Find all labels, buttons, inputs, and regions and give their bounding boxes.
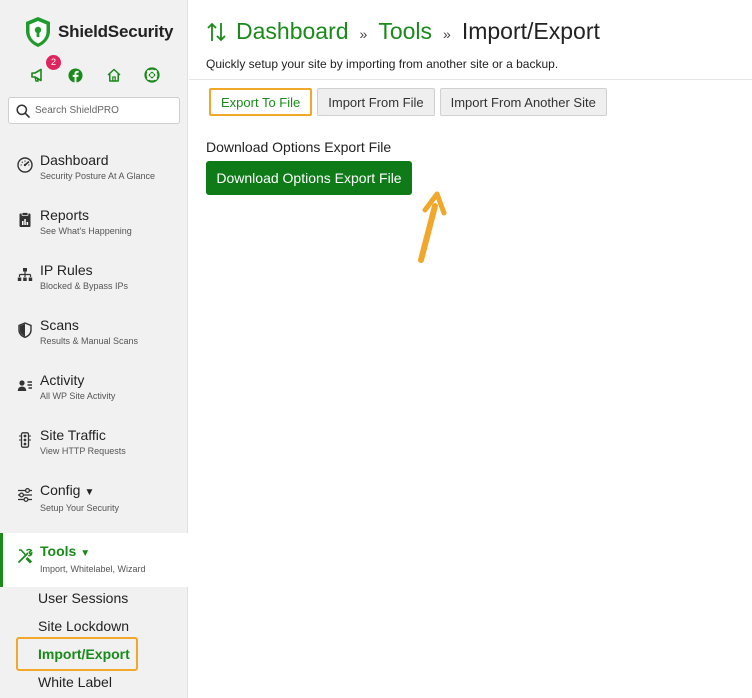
nav-subtitle: Setup Your Security <box>40 503 120 513</box>
subnav-item-white-label[interactable]: White Label <box>0 668 188 696</box>
breadcrumb-separator: » <box>443 25 451 42</box>
nav-title: Scans <box>40 317 79 333</box>
report-icon <box>19 212 31 227</box>
page-subtitle: Quickly setup your site by importing fro… <box>206 57 559 71</box>
nav-subtitle: All WP Site Activity <box>40 391 116 401</box>
download-export-button[interactable]: Download Options Export File <box>206 161 412 195</box>
person-lines-icon <box>17 380 32 391</box>
sliders-icon <box>18 487 32 503</box>
search-box[interactable] <box>8 97 180 124</box>
notifications-button[interactable]: 2 <box>30 55 68 86</box>
nav-subtitle: Results & Manual Scans <box>40 336 139 346</box>
sidebar-item-ip-rules[interactable]: IP Rules Blocked & Bypass IPs <box>0 252 188 307</box>
nav-title: Tools ▼ <box>40 543 188 562</box>
highlight-box <box>16 637 138 671</box>
pointer-arrow-icon <box>418 191 447 263</box>
facebook-link[interactable] <box>68 64 106 86</box>
sidebar-item-reports[interactable]: Reports See What's Happening <box>0 197 188 252</box>
nav-title: Activity <box>40 372 85 388</box>
main-content: Dashboard » Tools » Import/Export Quickl… <box>189 0 752 698</box>
caret-down-icon: ▼ <box>80 548 91 559</box>
sidebar-nav: Dashboard Security Posture At A Glance R… <box>0 142 188 587</box>
app-window: ShieldSecurity 2 Search ShieldPRO Dashbo… <box>0 0 752 698</box>
dashboard-gauge-icon <box>17 157 33 173</box>
nav-title: IP Rules <box>40 262 93 278</box>
quick-icons: 2 <box>30 55 182 86</box>
logo-text: ShieldSecurity <box>58 22 174 41</box>
nav-subtitle: Security Posture At A Glance <box>40 171 156 181</box>
subnav-item-user-sessions[interactable]: User Sessions <box>0 584 188 612</box>
sidebar-item-scans[interactable]: Scans Results & Manual Scans <box>0 307 188 362</box>
breadcrumb-dashboard[interactable]: Dashboard <box>236 18 349 45</box>
nav-subtitle: See What's Happening <box>40 226 132 236</box>
sidebar-item-site-traffic[interactable]: Site Traffic View HTTP Requests <box>0 417 188 472</box>
megaphone-icon <box>31 68 42 82</box>
nav-subtitle: Blocked & Bypass IPs <box>40 281 129 291</box>
shield-half-icon <box>18 322 32 338</box>
facebook-icon <box>68 67 83 83</box>
nav-title: Reports <box>40 207 90 223</box>
sidebar: ShieldSecurity 2 Search ShieldPRO Dashbo… <box>0 0 188 698</box>
divider <box>189 79 752 80</box>
breadcrumb: Dashboard » Tools » Import/Export <box>206 18 600 45</box>
search-input[interactable] <box>35 105 175 116</box>
logo[interactable]: ShieldSecurity <box>24 16 173 48</box>
section-label: Download Options Export File <box>206 139 392 155</box>
tab-import-from-another-site[interactable]: Import From Another Site <box>439 88 607 116</box>
breadcrumb-separator: » <box>359 25 368 42</box>
caret-down-icon: ▼ <box>84 487 95 498</box>
shield-logo-icon <box>26 17 50 47</box>
sidebar-item-activity[interactable]: Activity All WP Site Activity <box>0 362 188 417</box>
support-link[interactable] <box>144 64 182 86</box>
home-icon <box>107 68 121 82</box>
nav-title-text: Tools <box>40 543 77 559</box>
tab-export-to-file[interactable]: Export To File <box>209 88 313 116</box>
nav-title-text: Config <box>40 482 81 498</box>
sort-arrows-icon <box>207 22 226 41</box>
tools-icon <box>18 548 33 564</box>
search-icon <box>16 103 30 118</box>
lifebuoy-icon <box>144 67 160 83</box>
breadcrumb-tools[interactable]: Tools <box>378 18 432 45</box>
page-title: Import/Export <box>461 18 600 44</box>
tab-bar: Export To File Import From File Import F… <box>209 88 612 116</box>
tab-import-from-file[interactable]: Import From File <box>317 88 435 116</box>
nav-subtitle: Import, Whitelabel, Wizard <box>40 564 146 574</box>
sidebar-item-config[interactable]: Config ▼ Setup Your Security <box>0 472 188 527</box>
traffic-light-icon <box>19 432 31 448</box>
subnav-item-site-lockdown[interactable]: Site Lockdown <box>0 612 188 640</box>
nav-title: Site Traffic <box>40 427 106 443</box>
sidebar-item-tools[interactable]: Tools ▼ Import, Whitelabel, Wizard <box>0 533 188 587</box>
home-link[interactable] <box>106 64 144 86</box>
nav-subtitle: View HTTP Requests <box>40 446 126 456</box>
nav-title: Dashboard <box>40 152 109 168</box>
nav-title: Config ▼ <box>40 482 188 501</box>
notification-badge: 2 <box>46 55 61 70</box>
sidebar-item-dashboard[interactable]: Dashboard Security Posture At A Glance <box>0 142 188 197</box>
ip-network-icon <box>17 268 33 281</box>
